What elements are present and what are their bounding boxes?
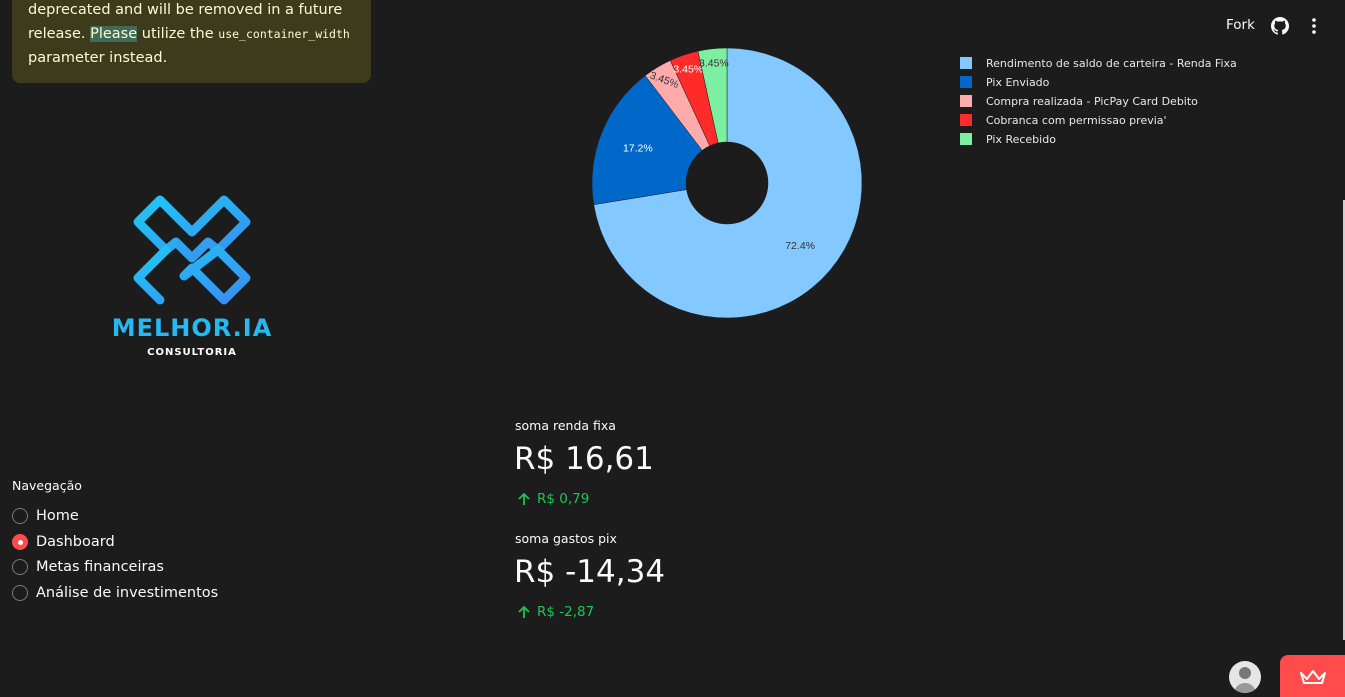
- slice-label: 17.2%: [623, 142, 653, 154]
- legend-swatch: [960, 95, 972, 107]
- legend-label: Cobranca com permissao previa': [986, 113, 1167, 127]
- streamlit-badge[interactable]: [1280, 655, 1345, 697]
- kebab-menu-icon[interactable]: [1305, 16, 1323, 36]
- navigation-title: Navegação: [12, 478, 82, 493]
- nav-item-label: Dashboard: [36, 534, 115, 550]
- legend-item[interactable]: Pix Recebido: [960, 132, 1056, 146]
- legend-item[interactable]: Pix Enviado: [960, 75, 1049, 89]
- deprecation-warning: deprecated and will be removed in a futu…: [12, 0, 371, 83]
- arrow-up-icon: [518, 605, 530, 618]
- legend-label: Pix Recebido: [986, 132, 1056, 146]
- legend-swatch: [960, 114, 972, 126]
- warning-line-3: parameter instead.: [28, 50, 168, 66]
- legend-item[interactable]: Rendimento de saldo de carteira - Renda …: [960, 56, 1237, 70]
- sidebar: deprecated and will be removed in a futu…: [0, 0, 384, 697]
- slice-label: 72.4%: [785, 240, 815, 252]
- warning-text: utilize the: [137, 26, 219, 42]
- nav-item-analise-investimentos[interactable]: Análise de investimentos: [12, 582, 218, 604]
- metric-label-renda-fixa: soma renda fixa: [515, 418, 616, 433]
- metric-delta-renda-fixa: R$ 0,79: [516, 491, 589, 507]
- legend-swatch: [960, 57, 972, 69]
- metric-label-gastos-pix: soma gastos pix: [515, 531, 617, 546]
- github-icon[interactable]: [1271, 17, 1289, 35]
- nav-item-home[interactable]: Home: [12, 505, 79, 527]
- nav-item-label: Metas financeiras: [36, 559, 164, 575]
- warning-code: use_container_width: [218, 27, 350, 41]
- crown-icon: [1299, 670, 1326, 684]
- delta-value: R$ -2,87: [537, 604, 595, 620]
- legend-item[interactable]: Cobranca com permissao previa': [960, 113, 1167, 127]
- avatar[interactable]: [1229, 661, 1261, 693]
- radio-button[interactable]: [12, 508, 28, 524]
- warning-line-2: release. Please utilize the use_containe…: [28, 22, 355, 46]
- nav-item-label: Home: [36, 508, 79, 524]
- warning-text: release.: [28, 26, 91, 42]
- metric-delta-gastos-pix: R$ -2,87: [516, 604, 594, 620]
- warning-line-1: deprecated and will be removed in a futu…: [28, 2, 343, 18]
- user-avatar-icon: [1234, 667, 1256, 693]
- nav-item-dashboard[interactable]: Dashboard: [12, 531, 115, 553]
- legend-label: Compra realizada - PicPay Card Debito: [986, 94, 1198, 108]
- legend-swatch: [960, 76, 972, 88]
- logo-subtitle: CONSULTORIA: [147, 347, 237, 358]
- fork-button[interactable]: Fork: [1226, 17, 1255, 33]
- radio-button[interactable]: [12, 585, 28, 601]
- nav-item-metas-financeiras[interactable]: Metas financeiras: [12, 556, 164, 578]
- logo-title: MELHOR.IA: [111, 314, 273, 342]
- metric-value-gastos-pix: R$ -14,34: [514, 554, 666, 590]
- radio-button[interactable]: [12, 559, 28, 575]
- radio-button-selected[interactable]: [12, 534, 28, 550]
- legend-label: Rendimento de saldo de carteira - Renda …: [986, 56, 1237, 70]
- warning-highlight: Please: [90, 26, 138, 42]
- legend-item[interactable]: Compra realizada - PicPay Card Debito: [960, 94, 1198, 108]
- nav-item-label: Análise de investimentos: [36, 585, 219, 601]
- metric-value-renda-fixa: R$ 16,61: [514, 441, 654, 477]
- legend-label: Pix Enviado: [986, 75, 1050, 89]
- donut-chart: 72.4%17.2%3.45%3.45%3.45%: [591, 47, 863, 319]
- delta-value: R$ 0,79: [537, 491, 590, 507]
- legend-swatch: [960, 133, 972, 145]
- arrow-up-icon: [518, 492, 530, 505]
- slice-label: 3.45%: [699, 58, 729, 70]
